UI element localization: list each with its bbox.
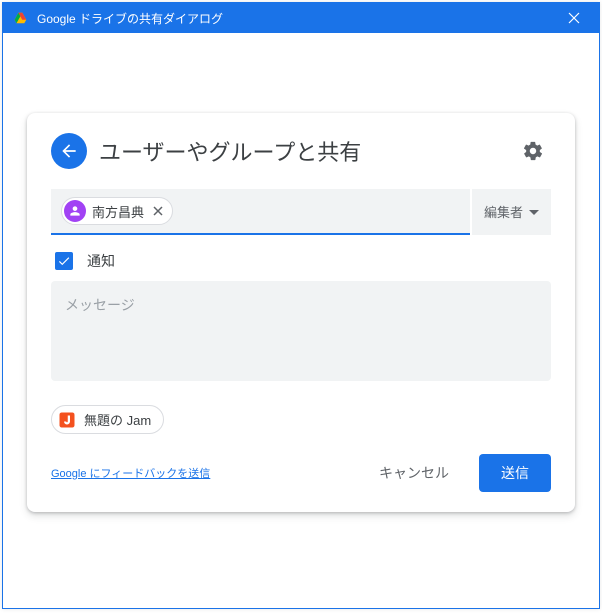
window-title: Google ドライブの共有ダイアログ: [37, 10, 559, 27]
notify-label: 通知: [87, 251, 115, 271]
chip-remove-button[interactable]: [150, 203, 166, 219]
person-icon: [68, 204, 82, 218]
back-button[interactable]: [51, 133, 87, 169]
people-input-row: 南方昌典 編集者: [51, 189, 551, 235]
people-input[interactable]: 南方昌典: [51, 189, 470, 235]
close-button[interactable]: [559, 3, 589, 33]
cancel-button[interactable]: キャンセル: [357, 454, 471, 492]
notify-row: 通知: [51, 239, 551, 281]
caret-down-icon: [529, 204, 539, 219]
person-avatar: [64, 200, 86, 222]
close-icon: [568, 12, 580, 24]
feedback-link[interactable]: Google にフィードバックを送信: [51, 465, 349, 481]
drive-icon: [13, 10, 29, 26]
footer-row: Google にフィードバックを送信 キャンセル 送信: [51, 454, 551, 492]
attachment-name: 無題の Jam: [84, 410, 151, 429]
attachment-row: 無題の Jam: [51, 405, 551, 454]
close-icon: [152, 205, 164, 217]
message-textarea[interactable]: メッセージ: [51, 281, 551, 381]
message-placeholder: メッセージ: [65, 297, 135, 313]
person-chip[interactable]: 南方昌典: [61, 197, 173, 225]
content-area: ユーザーやグループと共有 南方昌典: [3, 33, 599, 608]
gear-icon: [522, 140, 544, 162]
notify-checkbox[interactable]: [55, 252, 73, 270]
dialog-window: Google ドライブの共有ダイアログ ユーザーやグループと共有: [2, 2, 600, 609]
check-icon: [57, 254, 71, 268]
send-button[interactable]: 送信: [479, 454, 551, 492]
jamboard-icon: [58, 411, 76, 429]
header-row: ユーザーやグループと共有: [51, 133, 551, 169]
share-card: ユーザーやグループと共有 南方昌典: [27, 113, 575, 512]
dialog-title: ユーザーやグループと共有: [99, 135, 515, 167]
settings-button[interactable]: [515, 133, 551, 169]
attachment-chip[interactable]: 無題の Jam: [51, 405, 164, 434]
role-label: 編集者: [484, 202, 523, 221]
back-arrow-icon: [59, 141, 79, 161]
chip-name: 南方昌典: [92, 202, 144, 221]
titlebar: Google ドライブの共有ダイアログ: [3, 3, 599, 33]
role-dropdown[interactable]: 編集者: [472, 189, 551, 235]
